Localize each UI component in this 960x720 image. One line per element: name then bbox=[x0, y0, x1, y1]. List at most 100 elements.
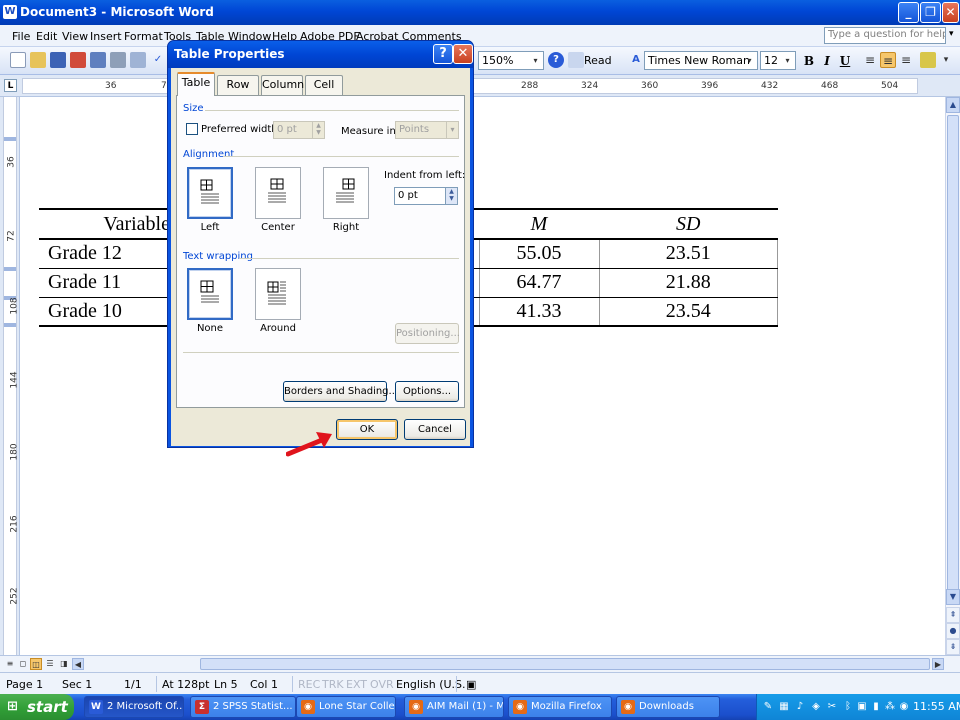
spelling-icon[interactable]: ✓ bbox=[150, 52, 166, 68]
preferred-width-input[interactable]: 0 pt ▲ ▼ bbox=[273, 121, 325, 139]
bold-button[interactable]: B bbox=[800, 52, 818, 70]
options-button[interactable]: Options... bbox=[395, 381, 459, 402]
print-preview-icon[interactable] bbox=[130, 52, 146, 68]
preferred-width-spinner-icon[interactable]: ▲ ▼ bbox=[312, 122, 324, 138]
table-cell[interactable]: 21.88 bbox=[599, 268, 778, 298]
vertical-scrollbar[interactable]: ▲ ▼ ⇞ ● ⇟ bbox=[945, 97, 960, 655]
preferred-width-checkbox[interactable] bbox=[186, 123, 198, 135]
ruler-margin-marker[interactable] bbox=[4, 137, 16, 141]
align-right-icon[interactable]: ≡ bbox=[898, 52, 914, 68]
taskbar-firefox[interactable]: ◉ Mozilla Firefox bbox=[508, 696, 612, 718]
status-rec[interactable]: REC bbox=[298, 678, 320, 691]
status-at[interactable]: At 128pt bbox=[162, 678, 209, 691]
open-folder-icon[interactable] bbox=[30, 52, 46, 68]
display-tray-icon[interactable]: ▣ bbox=[855, 700, 869, 714]
battery-tray-icon[interactable]: ▮ bbox=[869, 700, 883, 714]
network-tray-icon[interactable]: ▦ bbox=[777, 700, 791, 714]
font-size-select[interactable]: 12 ▾ bbox=[760, 51, 796, 70]
print-layout-icon[interactable]: ◫ bbox=[30, 658, 42, 670]
menu-insert[interactable]: Insert bbox=[90, 30, 122, 43]
header-m[interactable]: M bbox=[479, 208, 599, 240]
status-ext[interactable]: EXT bbox=[346, 678, 367, 691]
clock[interactable]: 11:55 AM bbox=[913, 700, 960, 713]
web-layout-icon[interactable]: ◻ bbox=[17, 658, 29, 670]
zoom-select[interactable]: 150% ▾ bbox=[478, 51, 544, 70]
status-page-count[interactable]: 1/1 bbox=[124, 678, 142, 691]
volume-tray-icon[interactable]: ♪ bbox=[793, 700, 807, 714]
ruler-row-marker[interactable] bbox=[4, 323, 16, 327]
status-page[interactable]: Page 1 bbox=[6, 678, 43, 691]
ruler-row-marker[interactable] bbox=[4, 267, 16, 271]
wireless-tray-icon[interactable]: ⁂ bbox=[883, 700, 897, 714]
underline-button[interactable]: U bbox=[836, 52, 854, 70]
table-cell[interactable]: 64.77 bbox=[479, 268, 600, 298]
tab-selector[interactable]: L bbox=[4, 79, 17, 92]
menu-view[interactable]: View bbox=[62, 30, 88, 43]
zoom-dropdown-icon[interactable]: ▾ bbox=[529, 53, 542, 68]
print-icon[interactable] bbox=[110, 52, 126, 68]
align-center-option[interactable] bbox=[255, 167, 301, 219]
status-ovr[interactable]: OVR bbox=[370, 678, 394, 691]
taskbar-spss[interactable]: Σ 2 SPSS Statist... bbox=[190, 696, 296, 718]
help-icon[interactable]: ? bbox=[548, 52, 564, 68]
tab-table[interactable]: Table bbox=[177, 72, 215, 96]
title-bar[interactable]: W Document3 - Microsoft Word _ ❐ ✕ bbox=[0, 0, 960, 25]
menu-edit[interactable]: Edit bbox=[36, 30, 57, 43]
ok-button[interactable]: OK bbox=[336, 419, 398, 440]
minimize-button[interactable]: _ bbox=[898, 2, 919, 23]
bluetooth-tray-icon[interactable]: ᛒ bbox=[841, 700, 855, 714]
wrap-none-option[interactable] bbox=[187, 268, 233, 320]
borders-and-shading-button[interactable]: Borders and Shading... bbox=[283, 381, 398, 402]
positioning-button[interactable]: Positioning... bbox=[395, 323, 460, 344]
indent-from-left-input[interactable]: 0 pt ▲ ▼ bbox=[394, 187, 458, 205]
tab-column[interactable]: Column bbox=[261, 75, 304, 95]
dialog-help-button[interactable]: ? bbox=[433, 44, 453, 64]
toolbar-options-icon[interactable]: ▾ bbox=[938, 52, 954, 68]
taskbar-downloads[interactable]: ◉ Downloads bbox=[616, 696, 720, 718]
taskbar-word[interactable]: W 2 Microsoft Of... bbox=[84, 696, 184, 718]
measure-in-dropdown-icon[interactable]: ▾ bbox=[446, 122, 458, 138]
table-cell[interactable]: Grade 10 bbox=[39, 297, 180, 327]
normal-view-icon[interactable]: ≡ bbox=[4, 658, 16, 670]
outline-view-icon[interactable]: ☰ bbox=[44, 658, 56, 670]
font-name-dropdown-icon[interactable]: ▾ bbox=[743, 53, 756, 68]
status-section[interactable]: Sec 1 bbox=[62, 678, 92, 691]
next-page-icon[interactable]: ⇟ bbox=[946, 639, 960, 655]
maximize-button[interactable]: ❐ bbox=[920, 2, 941, 23]
horizontal-scroll-thumb[interactable] bbox=[200, 658, 930, 670]
scroll-left-icon[interactable]: ◀ bbox=[72, 658, 84, 670]
word-app-icon[interactable]: W bbox=[3, 5, 17, 19]
table-cell[interactable]: Grade 12 bbox=[39, 239, 180, 269]
reading-layout-icon[interactable]: ◨ bbox=[58, 658, 70, 670]
status-line[interactable]: Ln 5 bbox=[214, 678, 238, 691]
dialog-title-bar[interactable]: Table Properties ? ✕ bbox=[168, 41, 473, 68]
help-search-input[interactable]: Type a question for help bbox=[824, 27, 946, 44]
scroll-right-icon[interactable]: ▶ bbox=[932, 658, 944, 670]
header-variable[interactable]: Variable bbox=[39, 208, 179, 240]
scroll-up-icon[interactable]: ▲ bbox=[946, 97, 960, 113]
dialog-close-button[interactable]: ✕ bbox=[453, 44, 473, 64]
document-page[interactable] bbox=[20, 97, 945, 655]
italic-button[interactable]: I bbox=[818, 52, 836, 70]
start-button[interactable]: ⊞ start bbox=[0, 694, 74, 720]
permission-icon[interactable] bbox=[70, 52, 86, 68]
new-document-icon[interactable] bbox=[10, 52, 26, 68]
align-center-icon[interactable]: ≡ bbox=[880, 52, 896, 68]
pen-tray-icon[interactable]: ✎ bbox=[761, 700, 775, 714]
read-button[interactable]: Read bbox=[584, 54, 612, 67]
align-right-option[interactable] bbox=[323, 167, 369, 219]
menu-format[interactable]: Format bbox=[124, 30, 163, 43]
email-icon[interactable] bbox=[90, 52, 106, 68]
font-size-dropdown-icon[interactable]: ▾ bbox=[781, 53, 794, 68]
previous-page-icon[interactable]: ⇞ bbox=[946, 607, 960, 623]
wrap-around-option[interactable] bbox=[255, 268, 301, 320]
status-trk[interactable]: TRK bbox=[322, 678, 344, 691]
font-name-select[interactable]: Times New Roman ▾ bbox=[644, 51, 758, 70]
security-tray-icon[interactable]: ◈ bbox=[809, 700, 823, 714]
table-cell[interactable]: 55.05 bbox=[479, 239, 600, 269]
spelling-status-icon[interactable]: ▣ bbox=[466, 678, 476, 691]
align-left-icon[interactable]: ≡ bbox=[862, 52, 878, 68]
align-left-option[interactable] bbox=[187, 167, 233, 219]
alert-tray-icon[interactable]: ◉ bbox=[897, 700, 911, 714]
highlight-icon[interactable] bbox=[920, 52, 936, 68]
